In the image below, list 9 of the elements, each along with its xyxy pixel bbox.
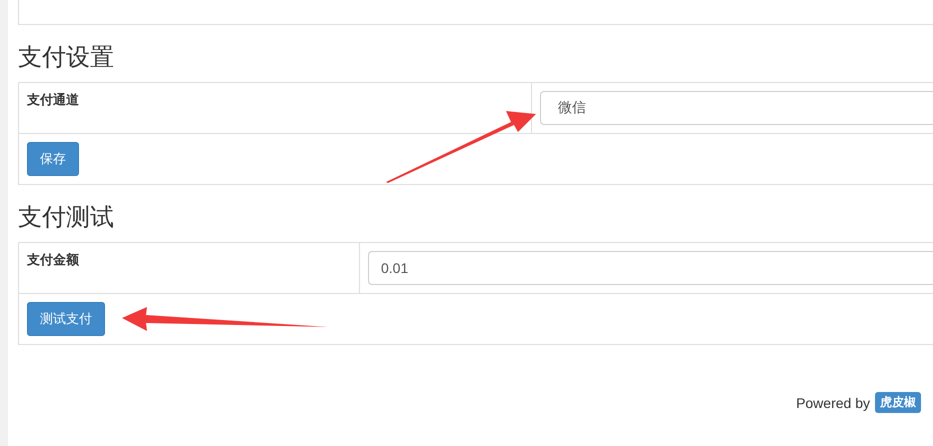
input-field[interactable]: 0.01 <box>368 251 933 285</box>
powered-by-text: Powered by <box>796 394 870 410</box>
brand-badge: 虎皮椒 <box>875 392 921 413</box>
section-title: 支付测试 <box>18 204 115 232</box>
submit-button[interactable]: 测试支付 <box>27 302 105 336</box>
save-button[interactable]: 保存 <box>27 142 79 176</box>
section-title: 支付设置 <box>18 44 115 72</box>
select-field[interactable]: 微信 <box>540 91 933 125</box>
field-label: 支付金额 <box>19 243 360 293</box>
